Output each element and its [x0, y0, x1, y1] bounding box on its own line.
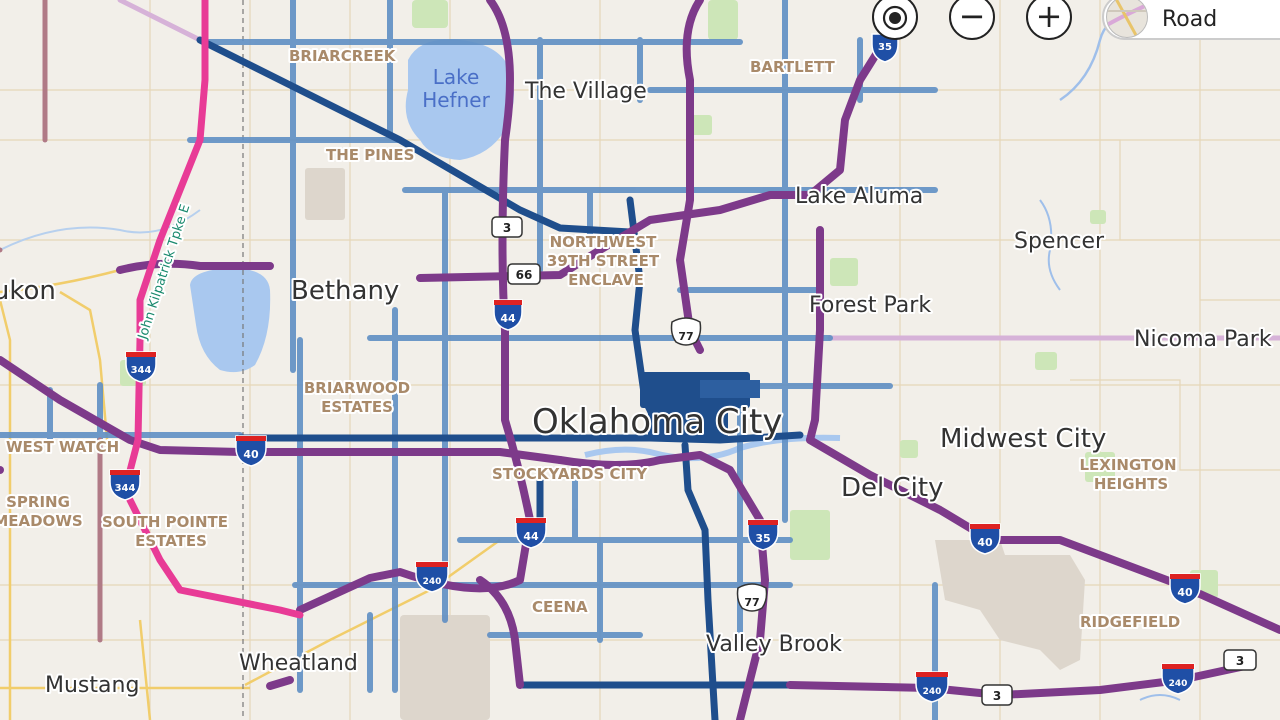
- svg-text:40: 40: [977, 536, 993, 549]
- map-style-selector[interactable]: Road: [1102, 0, 1280, 40]
- place-wheatland: Wheatland: [239, 651, 358, 676]
- lake-hefner-label-2: Hefner: [422, 88, 490, 112]
- hood-lexington-1: LEXINGTON: [1079, 456, 1176, 474]
- hood-lexington-2: HEIGHTS: [1094, 475, 1168, 493]
- hood-south-pointe-1: SOUTH POINTE: [102, 513, 228, 531]
- us77-north-shield: 77: [670, 317, 702, 346]
- place-yukon: Yukon: [0, 276, 56, 306]
- hood-briarwood-2: ESTATES: [321, 398, 393, 416]
- svg-text:240: 240: [423, 577, 442, 587]
- hood-briarcreek: BRIARCREEK: [289, 47, 397, 65]
- svg-text:240: 240: [1169, 679, 1188, 689]
- svg-text:344: 344: [131, 365, 152, 376]
- svg-text:40: 40: [243, 448, 259, 461]
- place-nicoma-park: Nicoma Park: [1134, 327, 1272, 352]
- svg-text:40: 40: [1177, 586, 1193, 599]
- svg-text:240: 240: [923, 687, 942, 697]
- locate-icon: [882, 5, 908, 31]
- hood-the-pines: THE PINES: [326, 146, 414, 164]
- hood-west-watch: WEST WATCH: [6, 438, 119, 456]
- hood-nw39-3: ENCLAVE: [568, 271, 644, 289]
- us3-b-shield: 3: [981, 684, 1013, 706]
- hood-nw39-1: NORTHWEST: [550, 233, 658, 251]
- svg-text:77: 77: [744, 596, 759, 609]
- svg-text:44: 44: [523, 530, 539, 543]
- hood-briarwood-1: BRIARWOOD: [304, 379, 410, 397]
- hood-ridgefield: RIDGEFIELD: [1080, 613, 1180, 631]
- hood-stockyards-city: STOCKYARDS CITY: [492, 465, 648, 483]
- place-valley-brook: Valley Brook: [706, 632, 842, 657]
- place-bethany: Bethany: [291, 276, 399, 306]
- us3-a-shield: 3: [491, 216, 523, 238]
- hood-bartlett: BARTLETT: [750, 58, 836, 76]
- hood-ceena: CEENA: [532, 598, 588, 616]
- svg-text:44: 44: [500, 312, 516, 325]
- map-style-thumbnail-icon: [1106, 0, 1148, 38]
- place-forest-park: Forest Park: [809, 293, 931, 318]
- us3-c-shield: 3: [1223, 649, 1257, 671]
- svg-text:35: 35: [878, 42, 892, 53]
- svg-text:3: 3: [503, 221, 511, 235]
- place-del-city: Del City: [841, 473, 943, 503]
- place-the-village: The Village: [524, 79, 647, 104]
- svg-text:35: 35: [755, 532, 770, 545]
- svg-text:77: 77: [678, 330, 693, 343]
- place-midwest-city: Midwest City: [940, 424, 1106, 454]
- place-lake-aluma: Lake Aluma: [795, 184, 923, 209]
- minus-icon: −: [958, 0, 986, 35]
- place-spencer: Spencer: [1014, 229, 1105, 254]
- map-canvas[interactable]: 35 44 344 40 344 44 35 40 40 240 240 240…: [0, 0, 1280, 720]
- plus-icon: +: [1035, 0, 1063, 35]
- hood-spring-meadows-1: SPRING: [6, 493, 70, 511]
- lake-hefner-label-1: Lake: [433, 65, 480, 89]
- map-style-label: Road: [1162, 6, 1218, 32]
- place-oklahoma-city: Oklahoma City: [532, 402, 782, 442]
- svg-text:3: 3: [993, 689, 1001, 703]
- svg-text:66: 66: [516, 268, 533, 282]
- place-mustang: Mustang: [45, 673, 139, 698]
- hood-nw39-2: 39TH STREET: [547, 252, 660, 270]
- us66-shield: 66: [507, 263, 541, 285]
- svg-text:344: 344: [115, 483, 136, 494]
- hood-spring-meadows-2: MEADOWS: [0, 512, 83, 530]
- hood-south-pointe-2: ESTATES: [135, 532, 207, 550]
- svg-text:3: 3: [1236, 654, 1244, 668]
- us77-south-shield: 77: [736, 583, 768, 612]
